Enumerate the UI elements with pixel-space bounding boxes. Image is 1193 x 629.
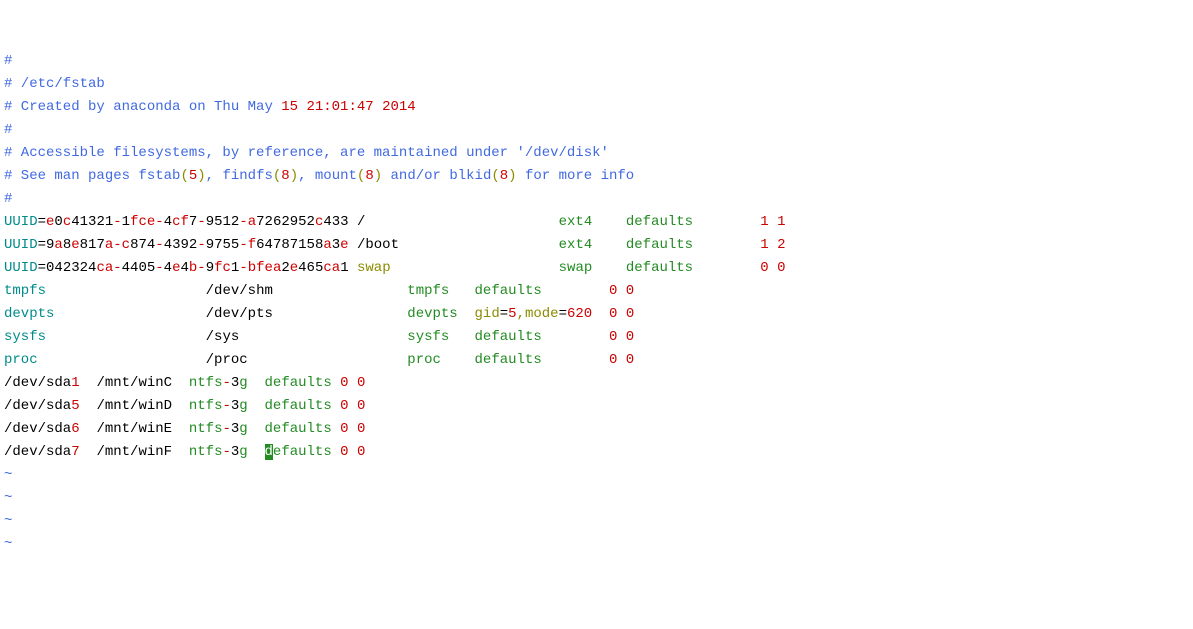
tilde-line: ~: [4, 536, 12, 552]
fstab-row: sysfs /sys sysfs defaults 0 0: [4, 329, 634, 345]
fstab-row: /dev/sda7 /mnt/winF ntfs-3g defaults 0 0: [4, 444, 365, 460]
comment-line: # Created by anaconda on Thu May: [4, 99, 281, 115]
fstab-row: UUID=9a8e817a-c874-4392-9755-f64787158a3…: [4, 237, 786, 253]
tilde-line: ~: [4, 490, 12, 506]
editor-content[interactable]: # # /etc/fstab # Created by anaconda on …: [4, 50, 1189, 556]
comment-line: # See man pages fstab: [4, 168, 180, 184]
comment-line: # Accessible filesystems, by reference, …: [4, 145, 609, 161]
comment-line: #: [4, 191, 12, 207]
fstab-row: /dev/sda6 /mnt/winE ntfs-3g defaults 0 0: [4, 421, 365, 437]
comment-line: #: [4, 122, 12, 138]
cursor: d: [265, 444, 273, 460]
fstab-row: UUID=042324ca-4405-4e4b-9fc1-bfea2e465ca…: [4, 260, 786, 276]
fstab-row: devpts /dev/pts devpts gid=5,mode=620 0 …: [4, 306, 634, 322]
comment-date: 15 21:01:47 2014: [281, 99, 415, 115]
tilde-line: ~: [4, 513, 12, 529]
fstab-row: /dev/sda1 /mnt/winC ntfs-3g defaults 0 0: [4, 375, 365, 391]
fstab-row: UUID=e0c41321-1fce-4cf7-9512-a7262952c43…: [4, 214, 786, 230]
comment-line: #: [4, 53, 12, 69]
comment-line: # /etc/fstab: [4, 76, 105, 92]
tilde-line: ~: [4, 467, 12, 483]
fstab-row: proc /proc proc defaults 0 0: [4, 352, 634, 368]
fstab-row: /dev/sda5 /mnt/winD ntfs-3g defaults 0 0: [4, 398, 365, 414]
fstab-row: tmpfs /dev/shm tmpfs defaults 0 0: [4, 283, 634, 299]
